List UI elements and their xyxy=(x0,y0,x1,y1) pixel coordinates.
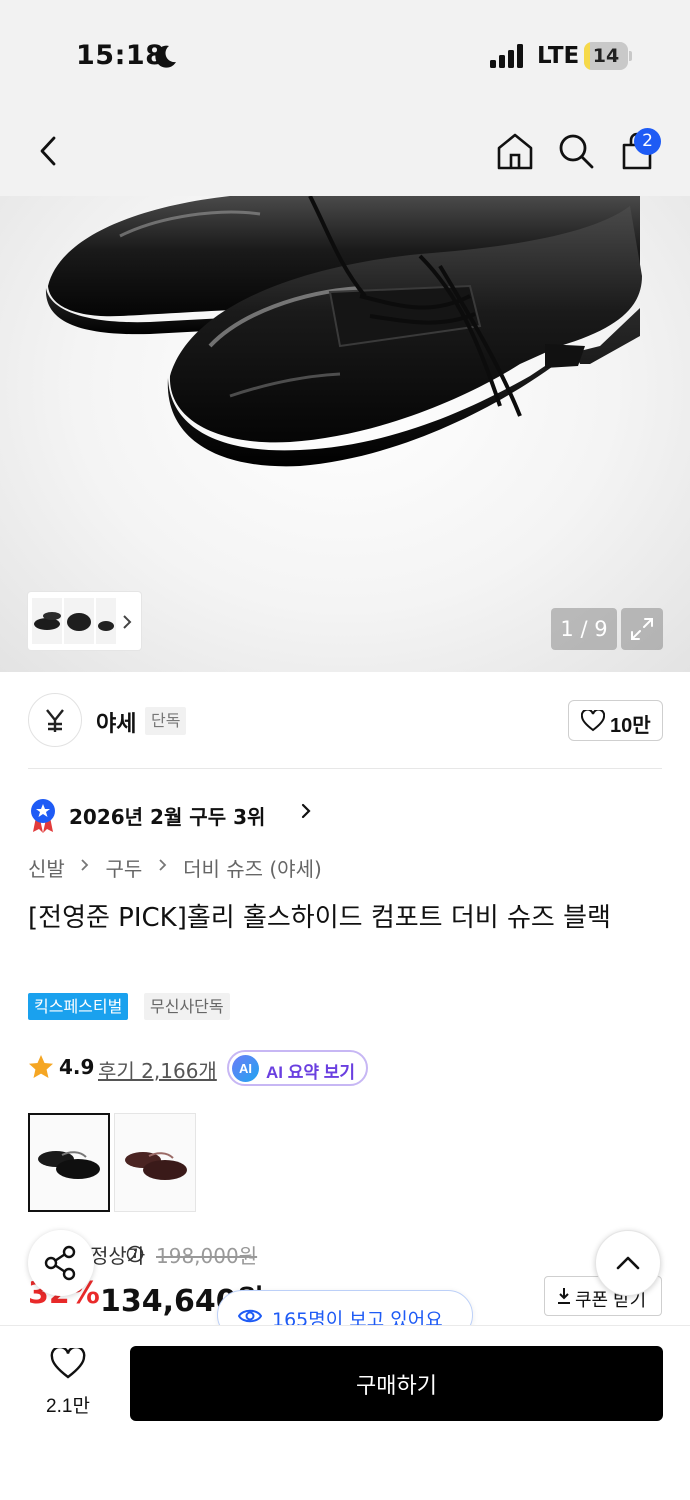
ai-summary-button[interactable]: AI AI 요약 보기 xyxy=(227,1050,368,1086)
share-button[interactable] xyxy=(28,1230,94,1296)
battery-level: 14 xyxy=(592,45,620,67)
home-icon xyxy=(497,133,533,170)
expand-image-button[interactable] xyxy=(621,608,663,650)
scroll-to-top-button[interactable] xyxy=(595,1230,661,1296)
buy-button[interactable]: 구매하기 xyxy=(130,1346,663,1421)
network-type: LTE xyxy=(537,43,580,69)
product-title: [전영준 PICK]홀리 홀스하이드 컴포트 더비 슈즈 블랙 xyxy=(28,903,611,933)
search-button[interactable] xyxy=(553,128,599,174)
cart-count-badge: 2 xyxy=(634,128,661,155)
thumbnail-images xyxy=(32,598,132,644)
heart-icon xyxy=(50,1348,86,1379)
rating-row: 4.9 후기 2,166개 AI AI 요약 보기 xyxy=(28,1050,428,1086)
divider xyxy=(28,768,662,769)
brand-like-button[interactable]: 10만 xyxy=(568,700,663,741)
breadcrumb-item[interactable]: 구두 xyxy=(106,853,143,882)
back-button[interactable] xyxy=(26,128,72,174)
brand-exclusive-tag: 단독 xyxy=(145,707,187,735)
brand-like-count: 10만 xyxy=(610,715,651,737)
ranking-medal-icon xyxy=(31,799,55,833)
breadcrumb-item[interactable]: 더비 슈즈 (야세) xyxy=(183,853,322,882)
rating-value: 4.9 xyxy=(59,1055,95,1079)
chevron-right-icon xyxy=(81,859,89,871)
download-icon xyxy=(558,1288,570,1304)
option-thumbnail xyxy=(125,1152,187,1180)
chevron-right-icon xyxy=(159,859,166,871)
brand-logo-mark xyxy=(46,709,64,732)
ranking-link[interactable]: 2026년 2월 구두 3위 xyxy=(28,794,428,834)
ai-summary-label: AI 요약 보기 xyxy=(266,1063,356,1082)
home-button[interactable] xyxy=(492,128,538,174)
expand-icon xyxy=(631,618,653,640)
eye-icon xyxy=(238,1309,262,1323)
ai-icon: AI xyxy=(232,1055,259,1082)
brand-name[interactable]: 야세 xyxy=(96,706,136,738)
search-icon xyxy=(559,134,594,169)
battery-icon: 14 xyxy=(584,42,632,70)
option-thumbnail xyxy=(38,1151,100,1179)
chevron-left-icon xyxy=(40,136,56,166)
festival-badge: 킥스페스티벌 xyxy=(28,993,129,1020)
chevron-up-icon xyxy=(616,1256,640,1270)
breadcrumb: 신발 구두 더비 슈즈 (야세) xyxy=(28,853,322,883)
wishlist-button[interactable]: 2.1만 xyxy=(28,1348,108,1422)
breadcrumb-item[interactable]: 신발 xyxy=(28,853,65,882)
original-price: 198,000원 xyxy=(156,1244,258,1268)
review-count-link[interactable]: 후기 2,166개 xyxy=(98,1055,217,1084)
wishlist-count: 2.1만 xyxy=(46,1396,90,1417)
gallery-thumbnail-strip[interactable] xyxy=(28,592,141,650)
star-icon xyxy=(29,1055,53,1078)
exclusive-badge: 무신사단독 xyxy=(144,993,230,1020)
heart-icon xyxy=(581,710,605,732)
ranking-text: 2026년 2월 구두 3위 xyxy=(69,805,266,829)
chevron-right-icon xyxy=(301,803,311,819)
moon-icon xyxy=(155,45,176,68)
signal-icon xyxy=(490,44,523,68)
info-icon[interactable] xyxy=(126,1245,144,1263)
brand-logo[interactable] xyxy=(28,693,82,747)
color-option-brown[interactable] xyxy=(114,1113,196,1212)
gallery-counter: 1 / 9 xyxy=(551,608,617,650)
status-bar: 15:18 LTE 14 xyxy=(0,0,690,110)
share-icon xyxy=(44,1245,76,1281)
color-option-black[interactable] xyxy=(28,1113,110,1212)
